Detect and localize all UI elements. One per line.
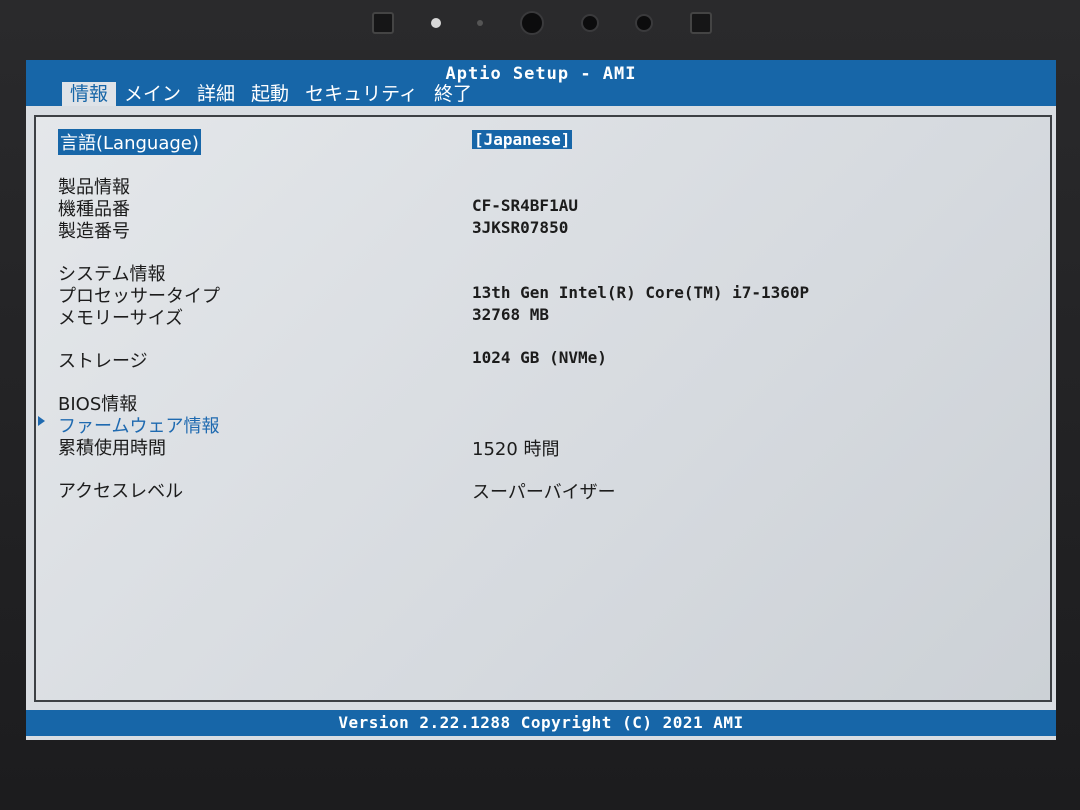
model-row: 機種品番 CF-SR4BF1AU: [36, 195, 1050, 220]
serial-value: 3JKSR07850: [472, 218, 569, 237]
tab-advanced[interactable]: 詳細: [189, 82, 243, 106]
camera-lens-icon: [519, 11, 544, 35]
language-label: 言語(Language): [58, 129, 201, 155]
product-section-row: 製品情報: [36, 173, 1050, 198]
camera-lens-secondary-icon: [580, 14, 599, 32]
tab-bar: 情報 メイン 詳細 起動 セキュリティ 終了: [62, 82, 480, 106]
language-select[interactable]: [Japanese]: [472, 130, 573, 149]
bios-section-row: BIOS情報: [36, 390, 1050, 415]
serial-label: 製造番号: [58, 221, 130, 242]
firmware-row[interactable]: ファームウェア情報: [36, 412, 1050, 437]
bios-title: Aptio Setup - AMI: [445, 64, 637, 84]
storage-label: ストレージ: [58, 351, 148, 372]
usage-time-label: 累積使用時間: [58, 438, 166, 459]
serial-row: 製造番号 3JKSR07850: [36, 217, 1050, 242]
bios-screen: Aptio Setup - AMI 情報 メイン 詳細 起動 セキュリティ 終了…: [26, 60, 1056, 740]
access-level-label: アクセスレベル: [58, 481, 184, 502]
model-value: CF-SR4BF1AU: [472, 196, 578, 215]
version-footer: Version 2.22.1288 Copyright (C) 2021 AMI: [26, 710, 1056, 736]
tab-security[interactable]: セキュリティ: [297, 82, 426, 106]
indicator-light-icon: [430, 18, 441, 28]
usage-time-row: 累積使用時間 1520 時間: [36, 434, 1050, 460]
storage-row: ストレージ 1024 GB (NVMe): [36, 347, 1050, 372]
ir-camera-icon: [635, 14, 654, 32]
tab-boot[interactable]: 起動: [243, 82, 297, 106]
usage-time-value: 1520 時間: [472, 439, 560, 460]
tab-exit[interactable]: 終了: [426, 82, 480, 106]
sensor-window-icon: [372, 12, 394, 34]
memory-label: メモリーサイズ: [58, 308, 184, 329]
processor-value: 13th Gen Intel(R) Core(TM) i7-1360P: [472, 283, 810, 302]
webcam-area: [372, 8, 712, 38]
tab-main[interactable]: メイン: [116, 82, 189, 106]
storage-value: 1024 GB (NVMe): [472, 348, 607, 367]
sensor-window-right-icon: [689, 12, 712, 34]
access-level-value: スーパーバイザー: [472, 482, 616, 503]
ir-sensor-icon: [477, 20, 484, 26]
tab-info[interactable]: 情報: [62, 82, 117, 106]
submenu-arrow-icon: [38, 416, 45, 426]
bios-header: Aptio Setup - AMI 情報 メイン 詳細 起動 セキュリティ 終了: [26, 60, 1056, 106]
memory-value: 32768 MB: [472, 305, 550, 324]
info-panel: 言語(Language) [Japanese] 製品情報 機種品番 CF-SR4…: [34, 115, 1052, 702]
access-level-row: アクセスレベル スーパーバイザー: [36, 477, 1050, 503]
system-section-row: システム情報: [36, 260, 1050, 285]
memory-row: メモリーサイズ 32768 MB: [36, 304, 1050, 329]
processor-row: プロセッサータイプ 13th Gen Intel(R) Core(TM) i7-…: [36, 282, 1050, 307]
language-row[interactable]: 言語(Language) [Japanese]: [36, 129, 1050, 155]
